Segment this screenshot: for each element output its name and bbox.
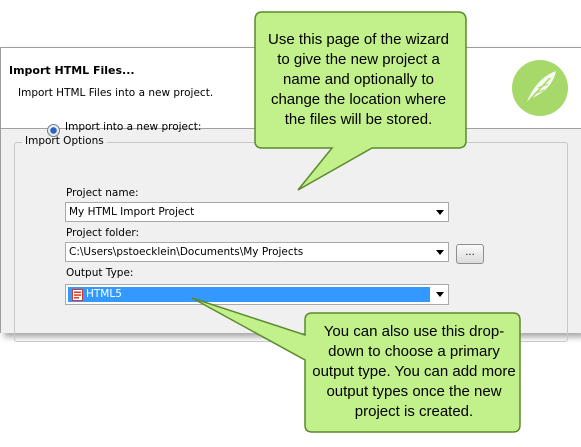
top-callout-text: Use this page of the wizard to give the …: [268, 31, 449, 128]
screenshot-stage: Import HTML Files... Import HTML Files i…: [0, 0, 581, 447]
bottom-callout-text: You can also use this drop-down to choos…: [312, 323, 516, 420]
